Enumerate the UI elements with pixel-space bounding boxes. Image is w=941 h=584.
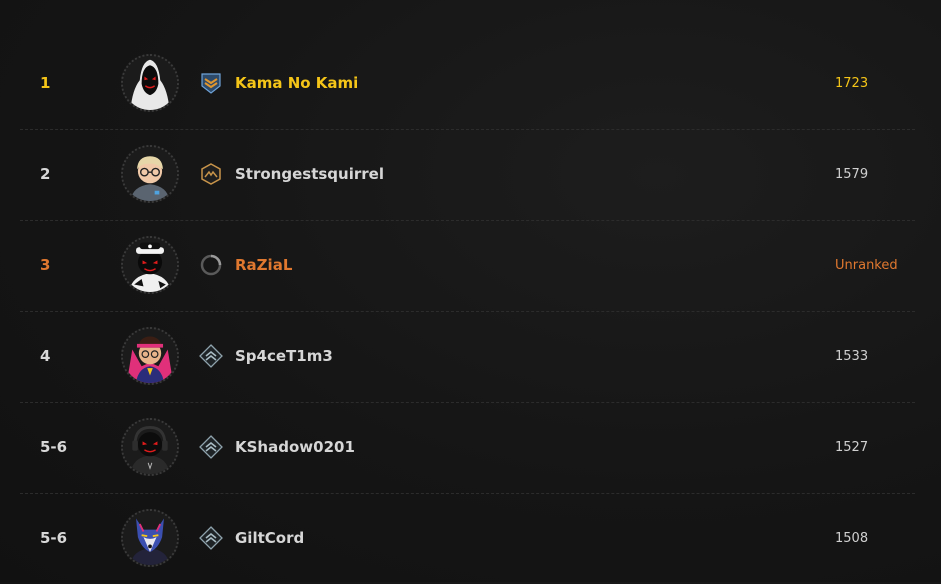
player-name[interactable]: Kama No Kami [235, 38, 358, 129]
leaderboard: 1 Kama No Kami 1723 2 Strongestsquirrel … [0, 0, 941, 582]
hooded-avatar[interactable] [121, 54, 179, 112]
diamond-chevron-badge-icon [199, 435, 223, 459]
player-name[interactable]: Strongestsquirrel [235, 129, 384, 220]
rank-label: 3 [40, 256, 51, 274]
diamond-chevron-badge-icon [199, 344, 223, 368]
diamond-chevron-badge-icon [199, 526, 223, 550]
player-name[interactable]: GiltCord [235, 493, 304, 584]
glasses-avatar[interactable] [121, 145, 179, 203]
hat-avatar[interactable] [121, 236, 179, 294]
rank-label: 5-6 [40, 438, 68, 456]
player-rating: 1723 [835, 76, 869, 91]
leaderboard-row[interactable]: 5-6 GiltCord 1508 [20, 493, 915, 584]
rank-label: 4 [40, 347, 51, 365]
leaderboard-row[interactable]: 1 Kama No Kami 1723 [20, 38, 915, 130]
leaderboard-row[interactable]: 2 Strongestsquirrel 1579 [20, 129, 915, 221]
hexagon-mountain-badge-icon [199, 162, 223, 186]
leaderboard-row[interactable]: 4 Sp4ceT1m3 1533 [20, 311, 915, 403]
rank-label: 1 [40, 74, 51, 92]
leaderboard-row[interactable]: 3 RaZiaL Unranked [20, 220, 915, 312]
player-rating: 1508 [835, 531, 869, 546]
wolf-avatar[interactable] [121, 509, 179, 567]
chevron-rank-badge-icon [199, 71, 223, 95]
cape-avatar[interactable] [121, 327, 179, 385]
player-name[interactable]: Sp4ceT1m3 [235, 311, 333, 402]
player-name[interactable]: KShadow0201 [235, 402, 355, 493]
rank-label: 5-6 [40, 529, 68, 547]
player-rating: Unranked [835, 258, 898, 273]
player-rating: 1533 [835, 349, 869, 364]
headphones-avatar[interactable] [121, 418, 179, 476]
unranked-ring-icon [199, 253, 223, 277]
player-name[interactable]: RaZiaL [235, 220, 292, 311]
rank-label: 2 [40, 165, 51, 183]
player-rating: 1579 [835, 167, 869, 182]
player-rating: 1527 [835, 440, 869, 455]
leaderboard-row[interactable]: 5-6 KShadow0201 1527 [20, 402, 915, 494]
